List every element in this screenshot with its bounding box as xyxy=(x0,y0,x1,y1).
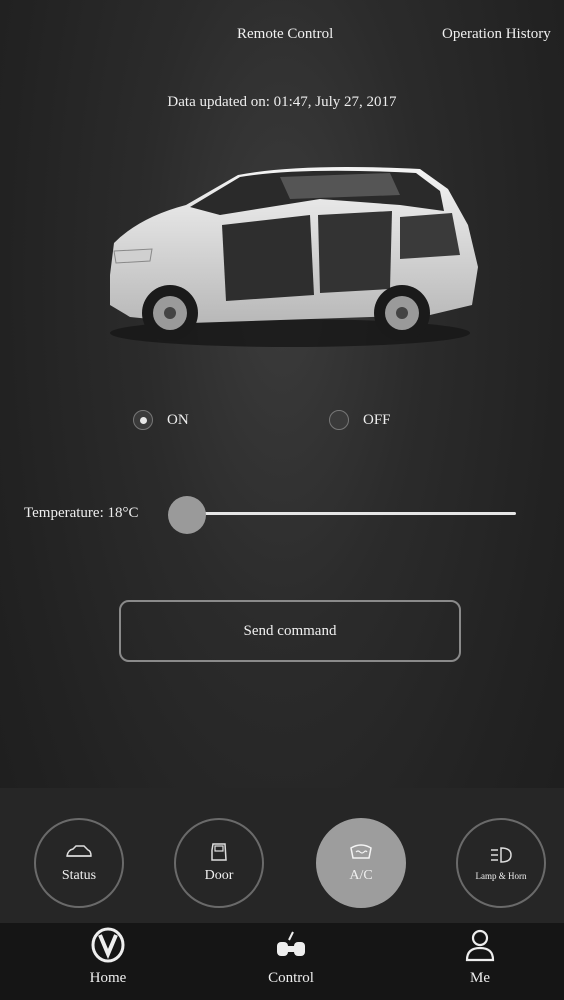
nav-home[interactable]: Home xyxy=(48,926,168,987)
tab-operation-history[interactable]: Operation History xyxy=(442,26,551,43)
door-icon xyxy=(211,843,227,861)
send-command-button[interactable]: Send command xyxy=(119,600,461,662)
function-ac-label: A/C xyxy=(349,868,373,883)
tab-remote-control[interactable]: Remote Control xyxy=(237,26,333,43)
function-lamp-horn-label: Lamp & Horn xyxy=(475,871,527,881)
control-icon xyxy=(277,931,305,956)
nav-me-label: Me xyxy=(470,970,490,986)
lamp-icon xyxy=(491,847,512,863)
person-icon xyxy=(465,929,495,962)
radio-on-indicator[interactable] xyxy=(133,410,153,430)
send-command-label: Send command xyxy=(243,622,337,639)
car-icon xyxy=(66,845,92,857)
nav-me[interactable]: Me xyxy=(420,926,540,987)
temperature-slider-track[interactable] xyxy=(185,512,516,515)
temperature-label: Temperature: 18°C xyxy=(24,505,139,521)
nav-home-label: Home xyxy=(89,970,127,986)
nav-control[interactable]: Control xyxy=(231,926,351,987)
function-lamp-horn-button[interactable]: Lamp & Horn xyxy=(456,818,546,908)
radio-on-label: ON xyxy=(167,411,189,428)
function-ac-button[interactable]: A/C xyxy=(316,818,406,908)
radio-off[interactable]: OFF xyxy=(329,410,391,430)
temperature-slider-thumb[interactable] xyxy=(168,496,206,534)
function-door-label: Door xyxy=(204,868,234,883)
function-door-button[interactable]: Door xyxy=(174,818,264,908)
nav-control-label: Control xyxy=(268,970,314,986)
data-updated-text: Data updated on: 01:47, July 27, 2017 xyxy=(167,94,397,110)
home-logo-icon xyxy=(91,927,125,963)
function-status-label: Status xyxy=(61,868,97,883)
car-image xyxy=(110,167,478,347)
screen: Remote Control Operation History Data up… xyxy=(0,0,564,1000)
radio-off-indicator[interactable] xyxy=(329,410,349,430)
ac-icon xyxy=(350,844,372,859)
radio-on[interactable]: ON xyxy=(133,410,189,430)
function-status-button[interactable]: Status xyxy=(34,818,124,908)
radio-off-label: OFF xyxy=(363,411,391,428)
